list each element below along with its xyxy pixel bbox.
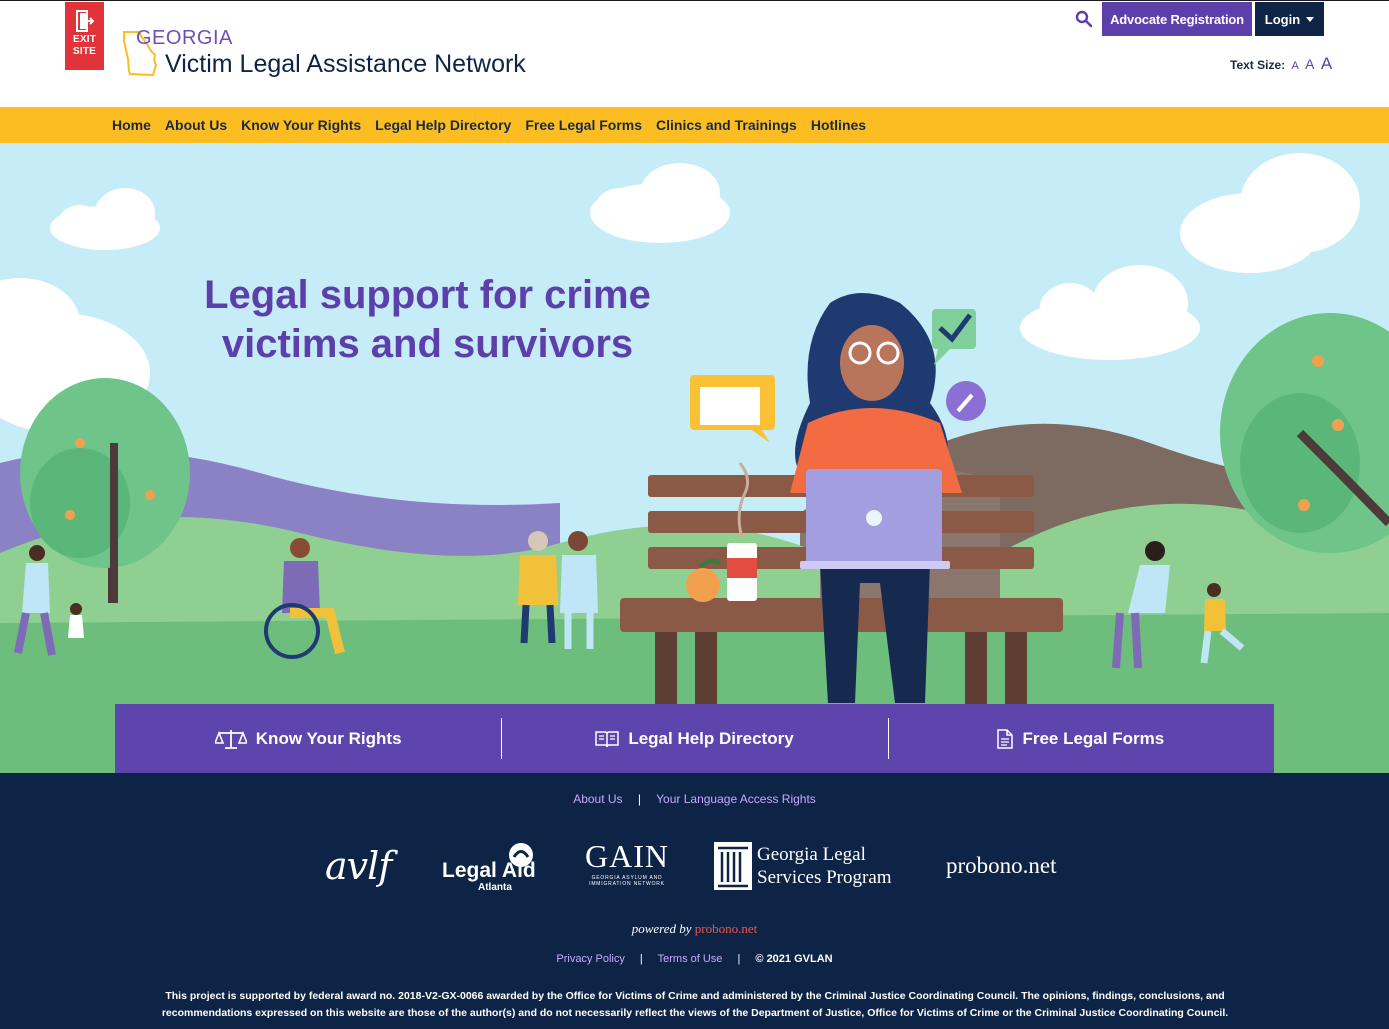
hero-title: Legal support for crime victims and surv… <box>170 271 685 369</box>
footer-link-language-access[interactable]: Your Language Access Rights <box>656 792 816 806</box>
text-size-small[interactable]: A <box>1291 60 1298 72</box>
powered-by-brand[interactable]: probono.net <box>695 921 757 936</box>
copyright: © 2021 GVLAN <box>755 953 833 965</box>
quick-link-label: Legal Help Directory <box>628 728 794 748</box>
exit-site-label-1: EXIT <box>72 34 97 45</box>
site-header: EXIT SITE GEORGIA Victim Legal Assistanc… <box>0 0 1389 107</box>
footer-link-about-us[interactable]: About Us <box>573 792 622 806</box>
quick-link-label: Know Your Rights <box>255 728 402 748</box>
login-label: Login <box>1264 11 1301 27</box>
nav-item-about-us[interactable]: About Us <box>165 117 227 133</box>
main-navigation: Home About Us Know Your Rights Legal Hel… <box>0 107 1389 143</box>
quick-link-free-legal-forms[interactable]: Free Legal Forms <box>887 704 1274 773</box>
nav-item-home[interactable]: Home <box>112 117 151 133</box>
brand-state: GEORGIA <box>136 27 233 49</box>
nav-item-hotlines[interactable]: Hotlines <box>811 117 866 133</box>
text-size-medium[interactable]: A <box>1305 56 1314 72</box>
powered-by: powered by probono.net <box>0 921 1389 937</box>
nav-item-legal-help-directory[interactable]: Legal Help Directory <box>375 117 511 133</box>
footer-divider: | <box>737 953 741 965</box>
quick-link-legal-help-directory[interactable]: Legal Help Directory <box>501 704 887 773</box>
partner-logos: avlf Legal Aid Atlanta GAIN GEORGIA ASYL… <box>0 838 1389 898</box>
avlf-logo-text: avlf <box>325 844 392 888</box>
nav-item-clinics-and-trainings[interactable]: Clinics and Trainings <box>656 117 797 133</box>
text-size-large[interactable]: A <box>1321 54 1332 73</box>
footer-divider: | <box>639 953 643 965</box>
quick-links-bar: Know Your Rights Legal Help Directory Fr… <box>115 704 1274 773</box>
exit-door-icon <box>75 10 94 32</box>
login-dropdown-button[interactable]: Login <box>1255 2 1324 36</box>
legal-aid-logo-line-2: Atlanta <box>478 882 512 893</box>
brand-title: Victim Legal Assistance Network <box>165 50 526 78</box>
glsp-column-icon <box>714 842 752 890</box>
footer-link-terms-of-use[interactable]: Terms of Use <box>658 953 723 965</box>
text-size-control: Text Size: A A A <box>1230 54 1332 74</box>
partner-logo-probono[interactable]: probono.net <box>946 853 1057 879</box>
nav-item-free-legal-forms[interactable]: Free Legal Forms <box>525 117 642 133</box>
gain-logo-sub-2: IMMIGRATION NETWORK <box>589 881 665 887</box>
footer-divider: | <box>637 792 642 806</box>
hero-title-line-2: victims and survivors <box>221 322 634 366</box>
search-icon[interactable] <box>1075 10 1093 28</box>
hero-title-line-1: Legal support for crime <box>204 273 651 317</box>
book-icon <box>595 730 620 747</box>
site-footer: About Us | Your Language Access Rights a… <box>0 773 1389 1029</box>
glsp-logo-line-1: Georgia Legal <box>757 844 866 865</box>
nav-item-know-your-rights[interactable]: Know Your Rights <box>241 117 361 133</box>
footer-legal-links: Privacy Policy | Terms of Use | © 2021 G… <box>0 953 1389 965</box>
legal-aid-logo-line-1: Legal Aid <box>442 859 536 882</box>
advocate-registration-button[interactable]: Advocate Registration <box>1102 2 1252 36</box>
footer-link-privacy-policy[interactable]: Privacy Policy <box>556 953 624 965</box>
hero-banner: Legal support for crime victims and surv… <box>0 143 1389 773</box>
quick-link-label: Free Legal Forms <box>1022 728 1165 748</box>
partner-logo-gain[interactable]: GAIN GEORGIA ASYLUM AND IMMIGRATION NETW… <box>582 838 672 887</box>
probono-logo-text: probono.net <box>946 853 1057 878</box>
powered-by-label: powered by <box>631 921 692 936</box>
exit-site-label-2: SITE <box>72 46 97 57</box>
scales-icon <box>214 729 247 749</box>
quick-link-know-your-rights[interactable]: Know Your Rights <box>115 704 501 773</box>
chevron-down-icon <box>1306 16 1315 22</box>
glsp-logo-line-2: Services Program <box>757 867 892 888</box>
exit-site-button[interactable]: EXIT SITE <box>65 2 104 70</box>
document-icon <box>997 728 1014 749</box>
gain-logo-text: GAIN <box>585 838 669 874</box>
funding-disclaimer: This project is supported by federal awa… <box>161 990 1229 1019</box>
partner-logo-avlf[interactable]: avlf <box>325 844 392 888</box>
footer-links: About Us | Your Language Access Rights <box>0 792 1389 806</box>
text-size-label: Text Size: <box>1230 58 1286 72</box>
park-illustration <box>0 143 1389 773</box>
